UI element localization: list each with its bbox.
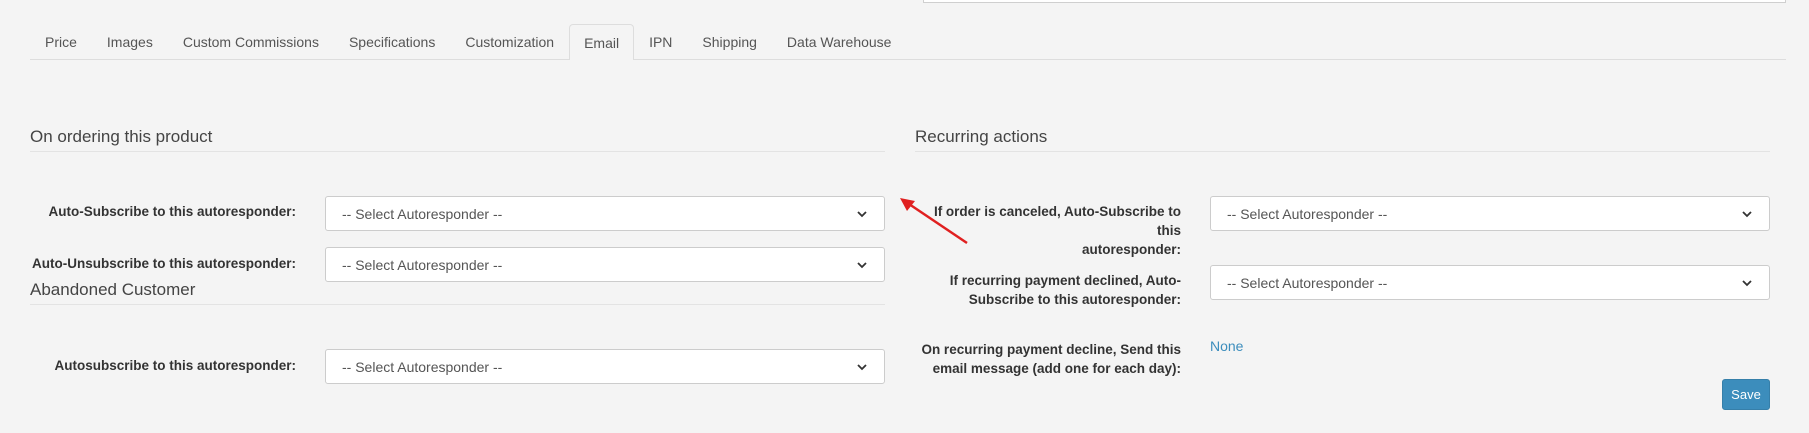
tab-specifications[interactable]: Specifications [334, 24, 450, 59]
decline-email-label: On recurring payment decline, Send this … [915, 340, 1181, 378]
tab-email[interactable]: Email [569, 24, 635, 60]
tab-price[interactable]: Price [30, 24, 92, 59]
ordering-subscribe-select[interactable]: -- Select Autoresponder -- [325, 196, 885, 231]
decline-email-label-line2: email message (add one for each day): [932, 361, 1181, 376]
ordering-subscribe-value: -- Select Autoresponder -- [342, 205, 503, 222]
abandoned-section-title: Abandoned Customer [30, 280, 885, 305]
ordering-column: On ordering this product Auto-Subscribe … [30, 127, 885, 384]
chevron-down-icon [857, 363, 867, 370]
recurring-section-title: Recurring actions [915, 127, 1770, 152]
product-tabs: Price Images Custom Commissions Specific… [30, 24, 1786, 60]
abandoned-subscribe-select[interactable]: -- Select Autoresponder -- [325, 349, 885, 384]
abandoned-subscribe-label: Autosubscribe to this autoresponder: [54, 358, 296, 373]
declined-label-line1: If recurring payment declined, Auto- [949, 273, 1181, 288]
save-button[interactable]: Save [1722, 379, 1770, 410]
chevron-down-icon [1742, 279, 1752, 286]
chevron-down-icon [1742, 210, 1752, 217]
tab-customization[interactable]: Customization [450, 24, 569, 59]
canceled-value: -- Select Autoresponder -- [1227, 205, 1388, 222]
tab-shipping[interactable]: Shipping [687, 24, 772, 59]
chevron-down-icon [857, 261, 867, 268]
declined-label: If recurring payment declined, Auto- Sub… [915, 271, 1181, 309]
annotation-arrow-icon [900, 198, 968, 245]
declined-label-line2: Subscribe to this autoresponder: [968, 292, 1181, 307]
tab-images[interactable]: Images [92, 24, 168, 59]
decline-email-label-line1: On recurring payment decline, Send this [921, 342, 1181, 357]
canceled-label-line2: autoresponder: [1081, 242, 1181, 257]
canceled-select[interactable]: -- Select Autoresponder -- [1210, 196, 1770, 231]
email-settings-page: Price Images Custom Commissions Specific… [0, 0, 1809, 433]
top-text-field[interactable] [923, 0, 1786, 3]
ordering-unsubscribe-label: Auto-Unsubscribe to this autoresponder: [31, 256, 296, 271]
recurring-column: Recurring actions If order is canceled, … [915, 127, 1770, 376]
tab-data-warehouse[interactable]: Data Warehouse [772, 24, 907, 59]
tab-ipn[interactable]: IPN [634, 24, 687, 59]
ordering-unsubscribe-value: -- Select Autoresponder -- [342, 256, 503, 273]
declined-select[interactable]: -- Select Autoresponder -- [1210, 265, 1770, 300]
ordering-subscribe-label: Auto-Subscribe to this autoresponder: [48, 204, 296, 219]
chevron-down-icon [857, 210, 867, 217]
ordering-unsubscribe-select[interactable]: -- Select Autoresponder -- [325, 247, 885, 282]
tab-custom-commissions[interactable]: Custom Commissions [168, 24, 334, 59]
decline-email-none-link[interactable]: None [1210, 338, 1243, 354]
abandoned-subscribe-value: -- Select Autoresponder -- [342, 358, 503, 375]
ordering-section-title: On ordering this product [30, 127, 885, 152]
declined-value: -- Select Autoresponder -- [1227, 274, 1388, 291]
